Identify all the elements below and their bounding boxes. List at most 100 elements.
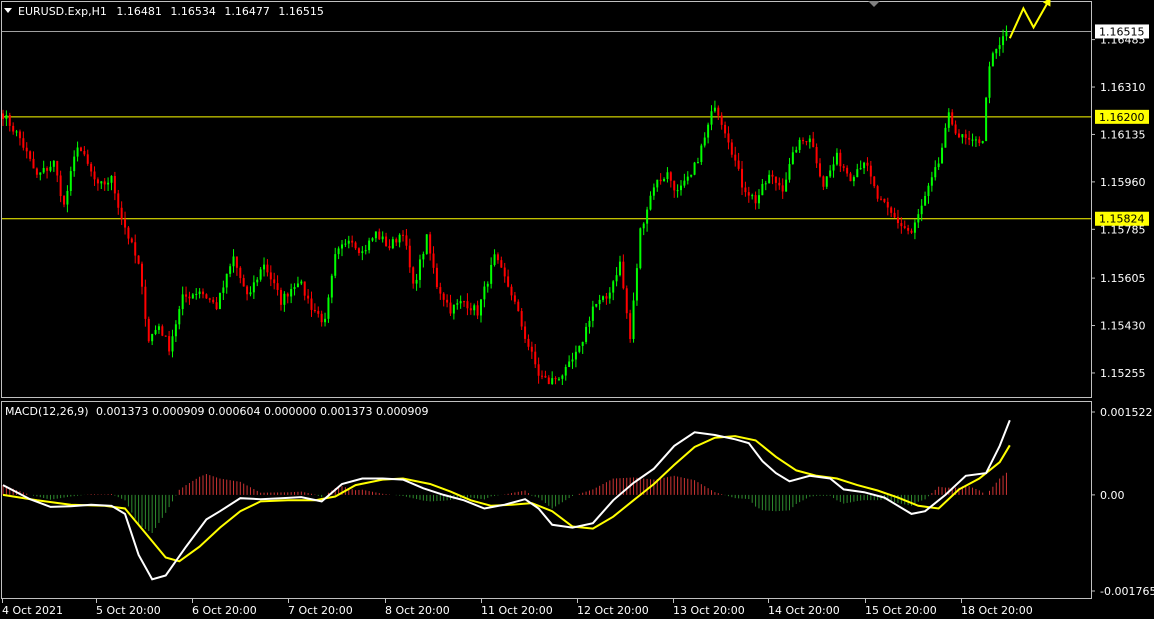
- candle-body: [449, 302, 452, 314]
- candle-body: [239, 267, 242, 279]
- candle-body: [995, 48, 998, 54]
- candle-body: [181, 294, 184, 310]
- candle-body: [815, 147, 818, 164]
- macd-header: MACD(12,26,9) 0.001373 0.000909 0.000604…: [5, 405, 428, 418]
- candle-body: [1005, 31, 1008, 37]
- macd-values: 0.001373 0.000909 0.000604 0.000000 0.00…: [96, 405, 428, 418]
- candle-body: [307, 295, 310, 299]
- candle-body: [507, 276, 510, 287]
- time-tick-label: 11 Oct 20:00: [481, 604, 553, 617]
- candle-body: [988, 66, 991, 98]
- candle-body: [368, 240, 371, 251]
- macd-tick-label: 0.001522: [1100, 406, 1153, 419]
- candle-body: [541, 375, 544, 377]
- candle-body: [385, 236, 388, 247]
- candle-body: [673, 180, 676, 191]
- candle-body: [46, 168, 49, 171]
- candle-body: [113, 175, 116, 194]
- candle-body: [710, 111, 713, 125]
- candle-body: [371, 238, 374, 241]
- candle-body: [527, 338, 530, 347]
- candle-body: [303, 281, 306, 296]
- candle-body: [649, 195, 652, 210]
- candle-body: [90, 163, 93, 172]
- candle-body: [544, 375, 547, 378]
- candle-body: [791, 152, 794, 165]
- candle-body: [134, 242, 137, 256]
- candle-body: [354, 242, 357, 249]
- candle-body: [595, 303, 598, 307]
- candle-body: [334, 254, 337, 276]
- candle-body: [625, 288, 628, 314]
- candle-body: [391, 239, 394, 249]
- candle-body: [361, 251, 364, 254]
- high-value: 1.16534: [170, 5, 216, 18]
- current-price-box: 1.16515: [1095, 24, 1149, 38]
- trading-chart[interactable]: 1.164851.163101.161351.159601.157851.156…: [0, 0, 1154, 619]
- close-value: 1.16515: [278, 5, 324, 18]
- candle-body: [666, 172, 669, 179]
- candle-body: [5, 115, 8, 119]
- candle-body: [463, 301, 466, 303]
- candle-body: [252, 282, 255, 293]
- candle-body: [825, 176, 828, 187]
- candle-body: [147, 318, 150, 342]
- candle-body: [717, 107, 720, 116]
- candle-body: [402, 234, 405, 236]
- candle-body: [751, 195, 754, 197]
- candle-body: [896, 217, 899, 224]
- candle-body: [618, 261, 621, 276]
- level-price-box-label: 1.15824: [1099, 213, 1145, 226]
- candle-body: [503, 267, 506, 277]
- candle-body: [320, 313, 323, 323]
- candle-body: [327, 297, 330, 319]
- candle-body: [998, 45, 1001, 49]
- candle-body: [554, 378, 557, 380]
- candle-body: [734, 154, 737, 161]
- time-tick-label: 5 Oct 20:00: [96, 604, 161, 617]
- candle-body: [49, 166, 52, 171]
- candle-body: [422, 253, 425, 260]
- macd-tick-label: -0.001765: [1100, 585, 1154, 598]
- candle-body: [364, 250, 367, 252]
- candle-body: [747, 192, 750, 196]
- candle-body: [202, 291, 205, 295]
- candle-body: [293, 287, 296, 290]
- candle-body: [56, 160, 59, 176]
- candle-body: [812, 138, 815, 148]
- time-tick-label: 15 Oct 20:00: [865, 604, 937, 617]
- candle-body: [680, 185, 682, 191]
- candle-body: [1002, 36, 1005, 46]
- candle-body: [476, 305, 479, 316]
- candle-body: [408, 245, 411, 268]
- candle-body: [42, 168, 45, 173]
- candle-body: [863, 162, 866, 169]
- candle-body: [934, 167, 937, 178]
- macd-tick-label: 0.00: [1100, 489, 1125, 502]
- candle-body: [696, 161, 699, 163]
- candle-body: [500, 260, 503, 268]
- candle-body: [920, 205, 923, 215]
- candle-body: [222, 287, 225, 293]
- candle-body: [178, 309, 181, 325]
- candle-body: [639, 228, 642, 269]
- candle-body: [76, 147, 79, 157]
- candle-body: [632, 300, 635, 340]
- candle: [147, 316, 150, 343]
- candle-body: [622, 261, 625, 289]
- candle-body: [981, 141, 984, 144]
- candle-body: [188, 296, 191, 299]
- candle-body: [212, 299, 215, 303]
- price-tick-label: 1.15960: [1100, 176, 1146, 189]
- candle-body: [157, 326, 160, 330]
- candle-body: [208, 298, 211, 300]
- candle-body: [341, 244, 343, 249]
- candle-body: [330, 275, 333, 298]
- candle-body: [737, 160, 740, 169]
- candle-body: [151, 333, 154, 342]
- candle-body: [351, 240, 354, 243]
- candle-body: [985, 97, 988, 142]
- level-price-box: 1.15824: [1095, 211, 1149, 226]
- candle-body: [720, 115, 723, 125]
- candle-body: [269, 272, 272, 280]
